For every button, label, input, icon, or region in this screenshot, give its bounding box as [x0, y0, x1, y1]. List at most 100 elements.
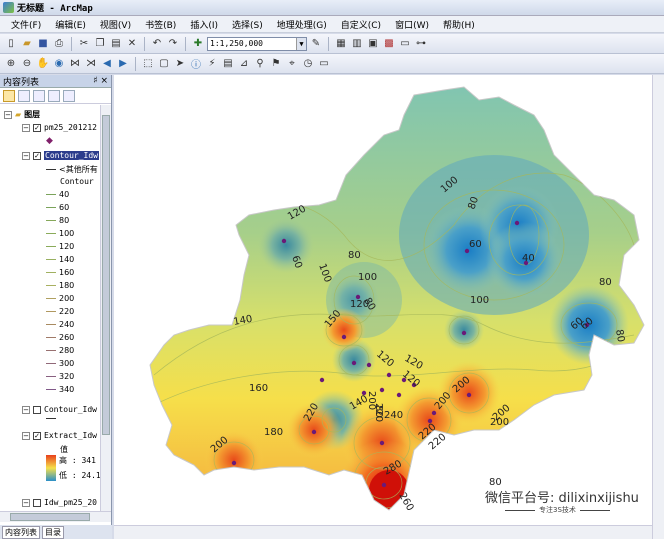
tab-catalog[interactable]: 目录	[42, 525, 64, 539]
html-popup-icon[interactable]: ▤	[221, 57, 235, 71]
menu-file[interactable]: 文件(F)	[4, 18, 48, 31]
legend-contour-value: 40	[59, 190, 70, 199]
toc-vertical-scrollbar[interactable]	[100, 105, 111, 511]
pan-icon[interactable]: ✋	[36, 57, 50, 71]
layer-visibility-checkbox[interactable]: ✓	[33, 151, 41, 160]
legend-line-swatch	[46, 324, 56, 325]
undo-icon[interactable]: ↶	[150, 37, 164, 51]
go-to-xy-icon[interactable]: ⌖	[285, 57, 299, 71]
zoom-out-icon[interactable]: ⊖	[20, 57, 34, 71]
clear-selection-icon[interactable]: ▢	[157, 57, 171, 71]
cut-icon[interactable]: ✂	[77, 37, 91, 51]
copy-icon[interactable]: ❐	[93, 37, 107, 51]
menu-view[interactable]: 视图(V)	[93, 18, 138, 31]
legend-contour-item: 80	[46, 216, 69, 225]
time-slider-icon[interactable]: ◷	[301, 57, 315, 71]
layer-row-contour2[interactable]: − Contour_Idw	[22, 405, 97, 414]
layer-row-pm25[interactable]: − ✓ pm25_201212	[22, 123, 97, 132]
collapse-icon[interactable]: −	[22, 431, 30, 440]
select-elements-icon[interactable]: ➤	[173, 57, 187, 71]
list-by-visibility-icon[interactable]	[33, 89, 45, 102]
paste-icon[interactable]: ▤	[109, 37, 123, 51]
menu-bookmarks[interactable]: 书签(B)	[138, 18, 183, 31]
collapse-icon[interactable]: −	[22, 151, 30, 160]
value-label: 值	[60, 445, 68, 454]
editor-toolbar-icon[interactable]: ✎	[309, 37, 323, 51]
menu-insert[interactable]: 插入(I)	[183, 18, 225, 31]
legend-contour-item: 300	[46, 359, 74, 368]
legend-line-swatch	[46, 389, 56, 390]
hyperlink-icon[interactable]: ⚡	[205, 57, 219, 71]
toc-horizontal-scrollbar[interactable]	[0, 511, 111, 522]
collapse-icon[interactable]: −	[22, 123, 30, 132]
list-by-drawing-order-icon[interactable]	[3, 89, 15, 102]
fixed-zoom-out-icon[interactable]: ⋊	[84, 57, 98, 71]
station-point	[386, 372, 392, 378]
back-extent-icon[interactable]: ◀	[100, 57, 114, 71]
catalog-icon[interactable]: ▥	[350, 37, 364, 51]
menu-edit[interactable]: 编辑(E)	[48, 18, 93, 31]
layer-visibility-checkbox[interactable]	[33, 405, 41, 414]
map-scale-combo[interactable]: 1:1,250,000 ▼	[207, 36, 307, 51]
legend-contour-value: 120	[59, 242, 75, 251]
open-folder-icon[interactable]: ▰	[20, 37, 34, 51]
table-of-contents-icon[interactable]: ▦	[334, 37, 348, 51]
zoom-in-icon[interactable]: ⊕	[4, 57, 18, 71]
layers-root-row[interactable]: − ▰ 图层	[4, 109, 40, 120]
pin-close-icon[interactable]: ♯ ×	[93, 76, 108, 86]
identify-icon[interactable]: ⓘ	[189, 57, 203, 71]
menu-geoprocessing[interactable]: 地理处理(G)	[270, 18, 334, 31]
delete-icon[interactable]: ✕	[125, 37, 139, 51]
redo-icon[interactable]: ↷	[166, 37, 180, 51]
list-by-source-icon[interactable]	[18, 89, 30, 102]
collapse-icon[interactable]: −	[4, 110, 12, 119]
legend-line-swatch	[46, 350, 56, 351]
legend-contour-item: 340	[46, 385, 74, 394]
map-canvas[interactable]: 120100801008060406080801006080100120140 1…	[114, 75, 654, 525]
fixed-zoom-in-icon[interactable]: ⋈	[68, 57, 82, 71]
new-document-icon[interactable]: ▯	[4, 37, 18, 51]
menu-windows[interactable]: 窗口(W)	[388, 18, 436, 31]
menu-selection[interactable]: 选择(S)	[225, 18, 270, 31]
layer-visibility-checkbox[interactable]	[33, 498, 41, 507]
find-icon[interactable]: ⚲	[253, 57, 267, 71]
print-icon[interactable]: ⎙	[52, 37, 66, 51]
tab-contents[interactable]: 内容列表	[2, 525, 40, 539]
scrollbar-thumb[interactable]	[10, 513, 90, 521]
create-viewer-icon[interactable]: ▭	[317, 57, 331, 71]
layer-visibility-checkbox[interactable]: ✓	[33, 431, 41, 440]
legend-line-swatch	[46, 337, 56, 338]
map-vertical-scrollbar[interactable]	[652, 75, 664, 539]
layer-row-idw[interactable]: − Idw_pm25_20	[22, 498, 97, 507]
layer-visibility-checkbox[interactable]: ✓	[33, 123, 41, 132]
map-horizontal-scrollbar[interactable]	[114, 525, 652, 539]
legend-contour-item: 60	[46, 203, 69, 212]
full-extent-icon[interactable]: ◉	[52, 57, 66, 71]
contour-label: 60	[469, 239, 482, 250]
save-icon[interactable]: ■	[36, 37, 50, 51]
map-view[interactable]: 120 100 80 100 80 60 40 60 80 80 100 60 80 100 120 140 1…	[114, 75, 654, 525]
measure-icon[interactable]: ⊿	[237, 57, 251, 71]
model-builder-icon[interactable]: ⊶	[414, 37, 428, 51]
python-window-icon[interactable]: ▭	[398, 37, 412, 51]
arctoolbox-icon[interactable]: ▩	[382, 37, 396, 51]
collapse-icon[interactable]: −	[22, 498, 30, 507]
expand-icon[interactable]: −	[22, 405, 30, 414]
select-features-icon[interactable]: ⬚	[141, 57, 155, 71]
ramp-low-label: 低 : 24.1	[59, 471, 100, 480]
layer-row-contour[interactable]: − ✓ Contour_Idw	[22, 151, 99, 160]
menu-help[interactable]: 帮助(H)	[436, 18, 482, 31]
forward-extent-icon[interactable]: ▶	[116, 57, 130, 71]
scrollbar-thumb[interactable]	[102, 115, 110, 435]
legend-contour-item: 100	[46, 229, 74, 238]
legend-contour-item: 240	[46, 320, 74, 329]
add-data-icon[interactable]: ✚	[191, 37, 205, 51]
options-icon[interactable]	[63, 89, 75, 102]
layer-row-extract[interactable]: − ✓ Extract_Idw	[22, 431, 97, 440]
contour-label: 80	[599, 277, 612, 288]
list-by-selection-icon[interactable]	[48, 89, 60, 102]
menu-customize[interactable]: 自定义(C)	[334, 18, 388, 31]
find-route-icon[interactable]: ⚑	[269, 57, 283, 71]
search-window-icon[interactable]: ▣	[366, 37, 380, 51]
chevron-down-icon[interactable]: ▼	[296, 37, 306, 50]
